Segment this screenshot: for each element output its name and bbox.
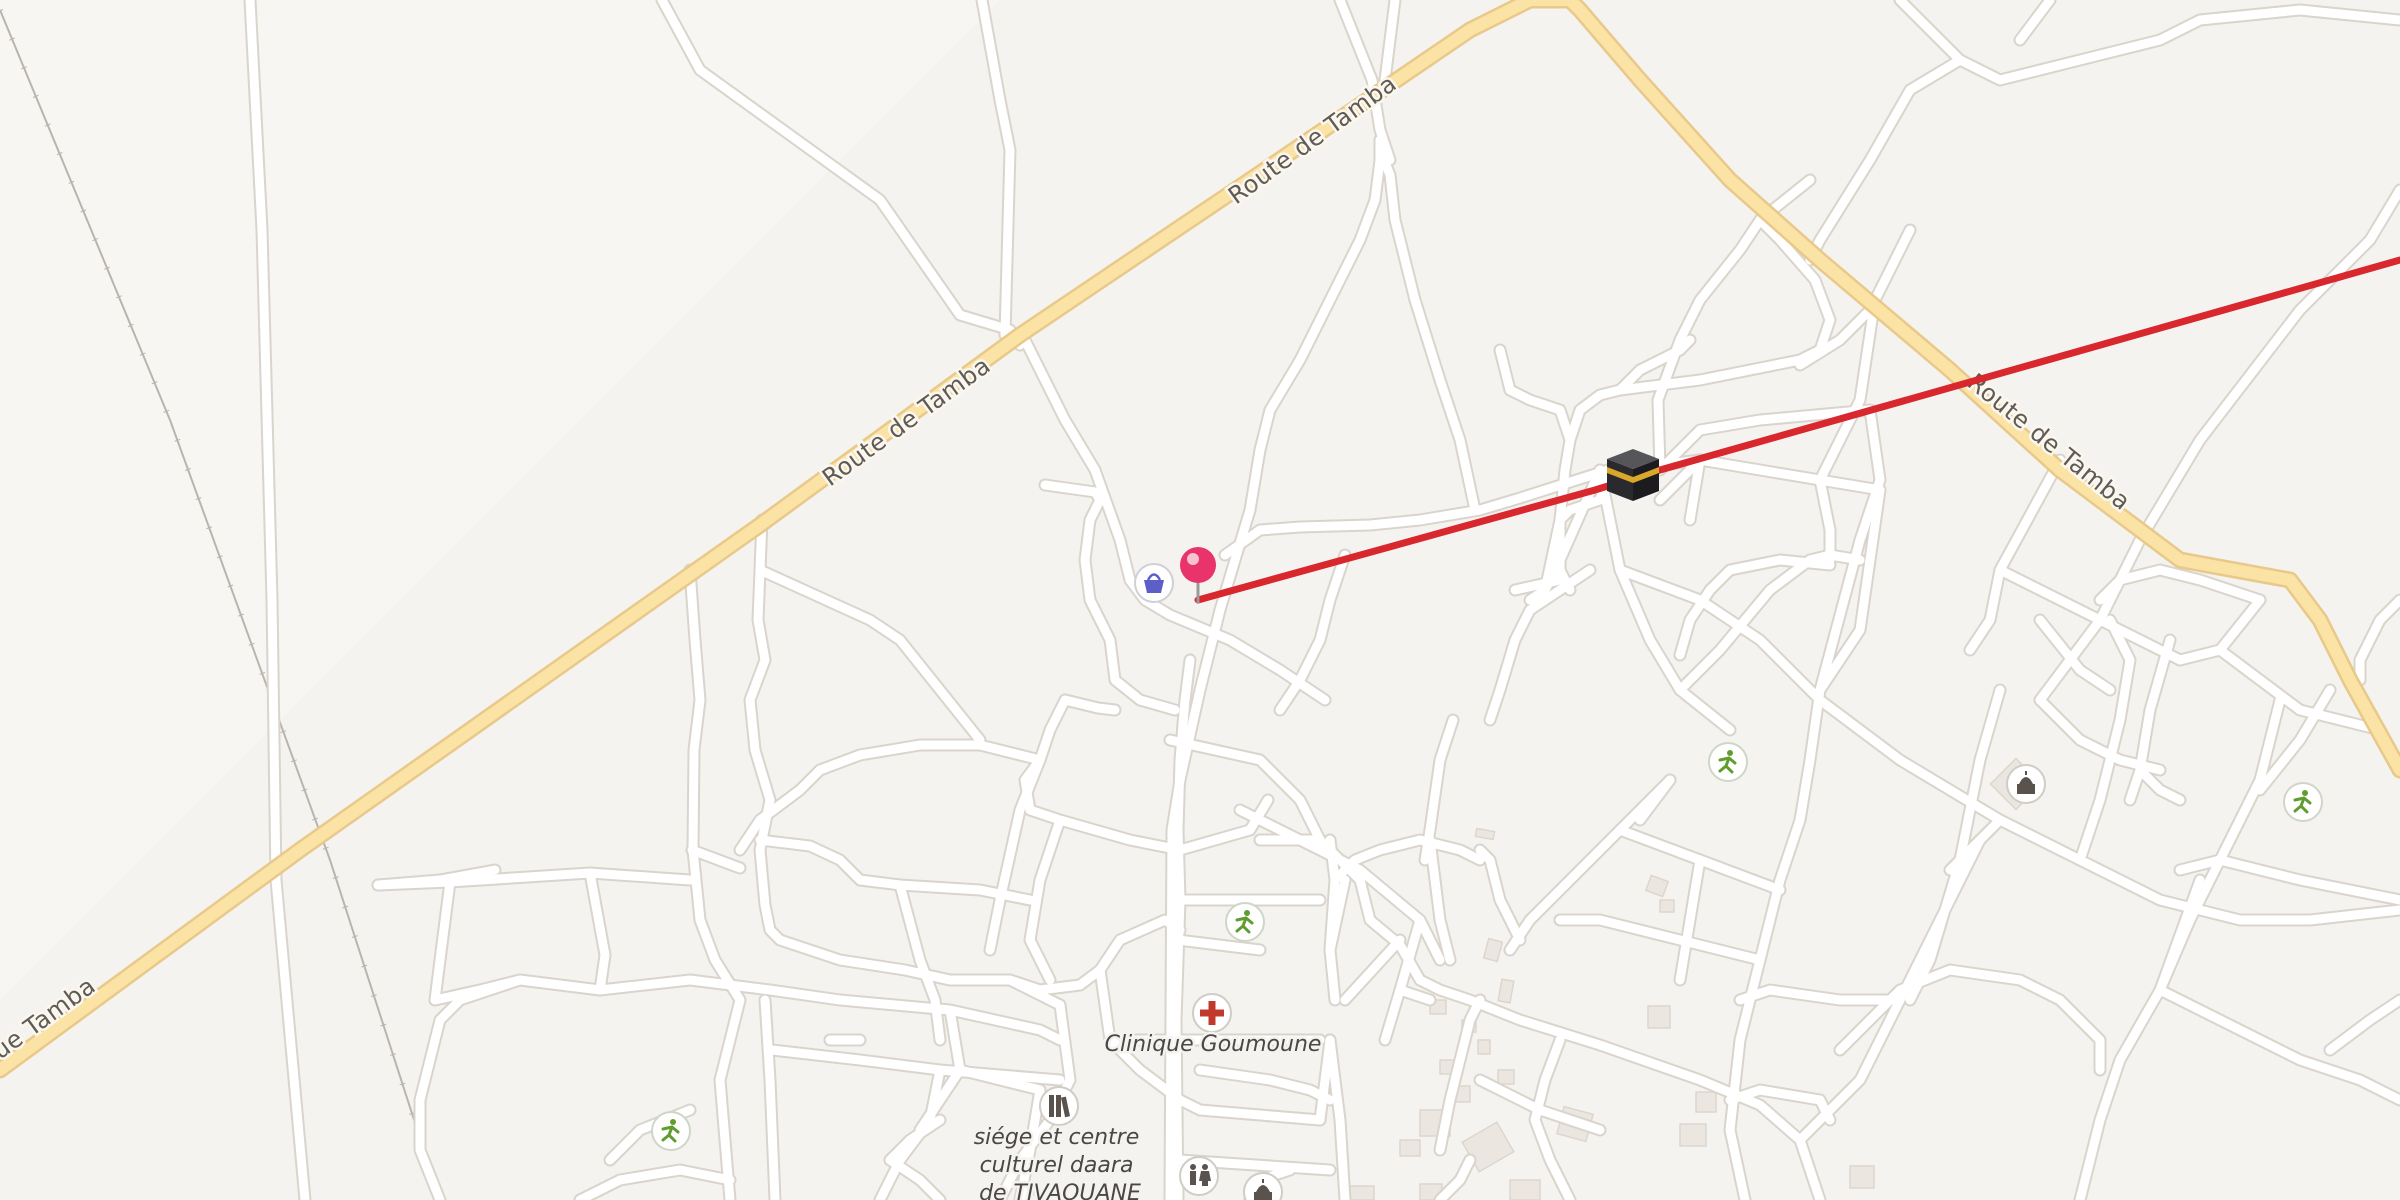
- cultural-center-label-line: de TIVAOUANE: [979, 1181, 1141, 1200]
- toilets-poi[interactable]: [1179, 1156, 1219, 1196]
- sport-poi[interactable]: [1225, 902, 1265, 942]
- kaaba-icon: [1607, 449, 1659, 501]
- cultural-center-label-line: siége et centre: [974, 1125, 1140, 1150]
- shop-poi[interactable]: [1134, 563, 1174, 603]
- kaaba-marker[interactable]: [1607, 449, 1659, 501]
- map-canvas[interactable]: Route de Tamba Route de Tamba Route de T…: [0, 0, 2400, 1200]
- map-pin-icon: [1180, 547, 1216, 583]
- cultural-center-label-line: culturel daara: [980, 1153, 1134, 1178]
- clinic-label: Clinique Goumoune: [1105, 1032, 1322, 1057]
- place-of-worship-poi[interactable]: [2006, 764, 2046, 804]
- sport-poi[interactable]: [2283, 782, 2323, 822]
- cultural-center-label: siége et centre culturel daara de TIVAOU…: [974, 1125, 1147, 1200]
- clinic-poi[interactable]: [1192, 993, 1232, 1033]
- sport-poi[interactable]: [651, 1111, 691, 1151]
- sport-poi[interactable]: [1708, 742, 1748, 782]
- cultural-center-poi[interactable]: [1039, 1086, 1079, 1126]
